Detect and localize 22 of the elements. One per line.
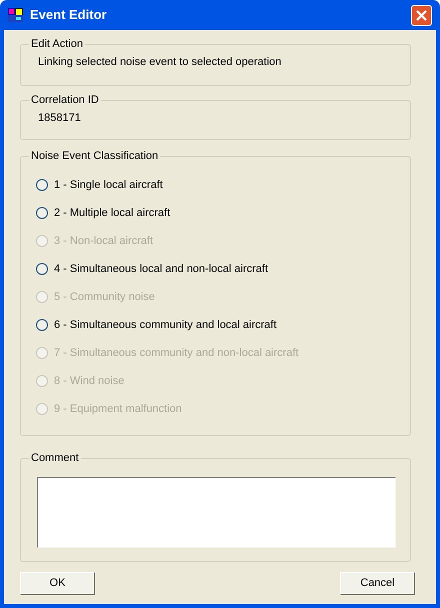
radio-label: 6 - Simultaneous community and local aircraft	[54, 318, 277, 332]
close-button[interactable]	[411, 4, 432, 26]
radio-button[interactable]	[36, 263, 48, 275]
radio-label: 8 - Wind noise	[54, 374, 124, 388]
radio-label: 2 - Multiple local aircraft	[54, 206, 170, 220]
app-icon	[8, 7, 24, 23]
action-text: Linking selected noise event to selected operation	[38, 55, 282, 69]
comment-field[interactable]	[37, 477, 396, 548]
radio-button[interactable]	[36, 319, 48, 331]
radio-label: 5 - Community noise	[54, 290, 155, 304]
close-icon	[416, 10, 427, 20]
radio-button[interactable]	[36, 179, 48, 191]
radio-label: 3 - Non-local aircraft	[54, 234, 154, 248]
radio-label: 9 - Equipment malfunction	[54, 402, 182, 416]
radio-label: 7 - Simultaneous community and non-local aircraft	[54, 346, 299, 360]
radio-label: 4 - Simultaneous local and non-local aircraft	[54, 262, 268, 276]
window-title: Event Editor	[30, 6, 107, 24]
dialog-button[interactable]: OK	[20, 572, 95, 595]
radio-label: 1 - Single local aircraft	[54, 178, 163, 192]
correlation-id: 1858171	[38, 111, 81, 125]
radio-button[interactable]	[36, 207, 48, 219]
dialog-button[interactable]: Cancel	[340, 572, 415, 595]
